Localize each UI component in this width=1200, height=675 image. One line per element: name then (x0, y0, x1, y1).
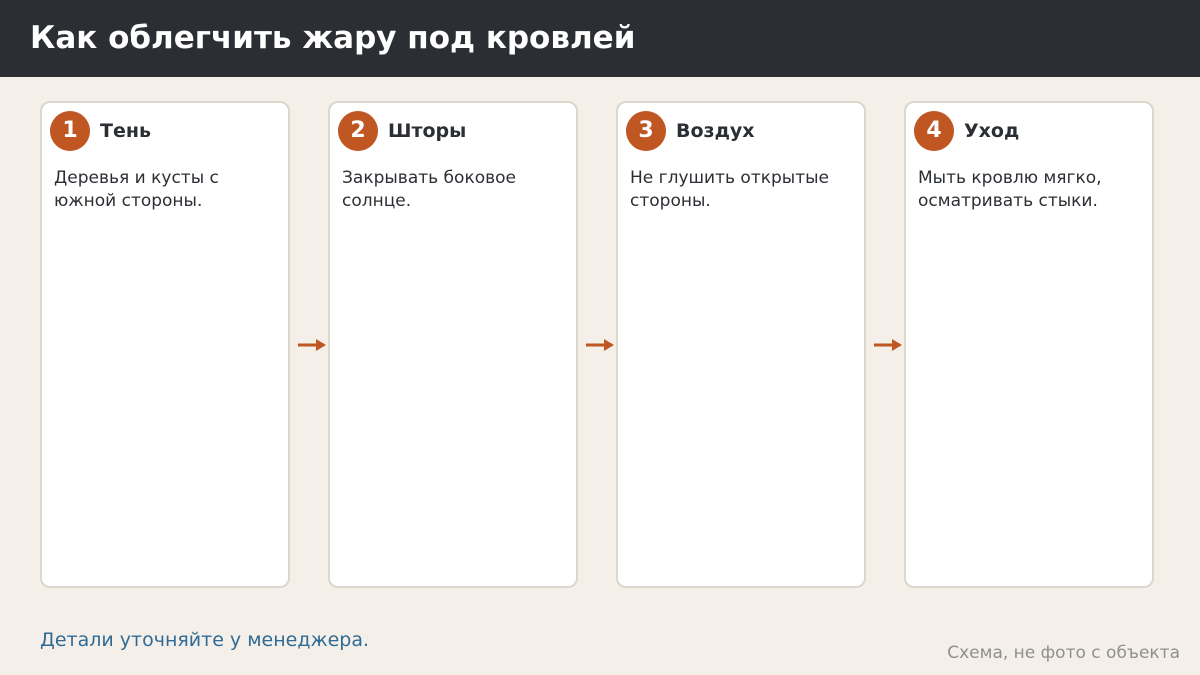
step-number-badge: 2 (338, 111, 378, 151)
step-title: Шторы (388, 120, 467, 142)
disclaimer-note: Схема, не фото с объекта (947, 643, 1180, 663)
step-number-badge: 4 (914, 111, 954, 151)
step-title: Уход (964, 120, 1020, 142)
step-description: Не глушить открытые стороны. (630, 168, 830, 211)
step-title: Воздух (676, 120, 755, 142)
step-description: Закрывать боковое солнце. (342, 168, 516, 211)
step-description: Мыть кровлю мягко, осматривать стыки. (918, 168, 1102, 211)
step-title: Тень (100, 120, 151, 142)
arrow-right-icon (586, 339, 614, 351)
step-description: Деревья и кусты с южной стороны. (54, 168, 219, 211)
step-card-2: 2 Шторы Закрывать боковое солнце. (328, 101, 578, 588)
manager-contact-link[interactable]: Детали уточняйте у менеджера. (40, 628, 369, 652)
page-title: Как облегчить жару под кровлей (30, 20, 636, 56)
step-card-1: 1 Тень Деревья и кусты с южной стороны. (40, 101, 290, 588)
step-number-badge: 3 (626, 111, 666, 151)
step-card-4: 4 Уход Мыть кровлю мягко, осматривать ст… (904, 101, 1154, 588)
step-number-badge: 1 (50, 111, 90, 151)
arrow-right-icon (298, 339, 326, 351)
header-bar: Как облегчить жару под кровлей (0, 0, 1200, 77)
arrow-right-icon (874, 339, 902, 351)
step-card-3: 3 Воздух Не глушить открытые стороны. (616, 101, 866, 588)
